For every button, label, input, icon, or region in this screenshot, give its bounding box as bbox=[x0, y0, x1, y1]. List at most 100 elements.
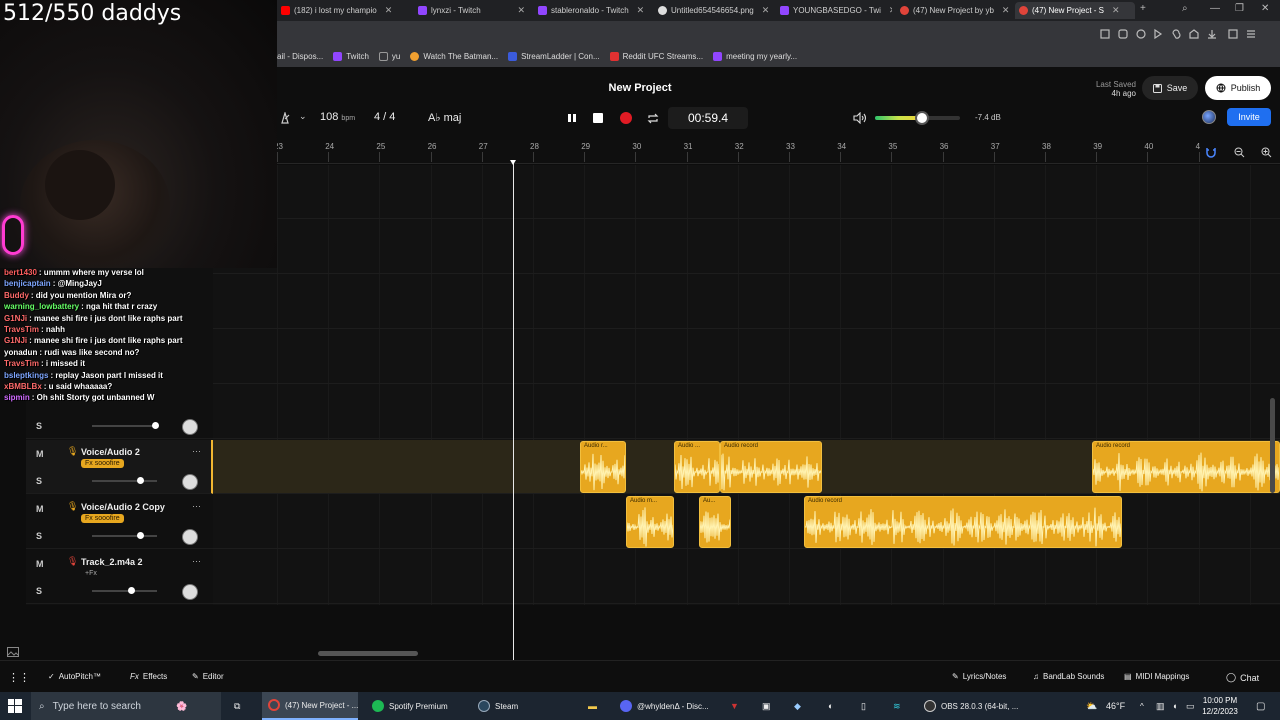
close-tab-icon[interactable]: ✕ bbox=[889, 5, 892, 16]
key-selector[interactable]: A♭ maj bbox=[428, 111, 461, 124]
publish-button[interactable]: Publish bbox=[1205, 76, 1271, 100]
browser-tab[interactable]: stableronaldo - Twitch ✕ bbox=[534, 2, 649, 19]
solo-button[interactable]: S bbox=[36, 421, 42, 431]
browser-tab[interactable]: Untitled654546654.png ✕ bbox=[654, 2, 772, 19]
photo-icon[interactable] bbox=[7, 647, 19, 657]
search-tabs-icon[interactable]: ⌕ bbox=[1182, 3, 1188, 14]
pause-button[interactable] bbox=[561, 108, 583, 128]
avatar[interactable] bbox=[1202, 110, 1216, 124]
close-tab-icon[interactable]: ✕ bbox=[762, 5, 770, 16]
master-volume-knob[interactable] bbox=[914, 111, 929, 125]
audio-clip[interactable]: Audio record bbox=[720, 441, 822, 493]
track-name[interactable]: Voice/Audio 2 bbox=[81, 447, 140, 457]
file-icon[interactable]: ▯ bbox=[861, 692, 866, 720]
midi-mappings-button[interactable]: ▤ MIDI Mappings bbox=[1124, 672, 1189, 681]
track-volume-knob[interactable] bbox=[137, 477, 144, 484]
playhead[interactable] bbox=[513, 160, 514, 660]
app-icon[interactable]: ◐ bbox=[828, 692, 833, 720]
more-options-icon[interactable]: ··· bbox=[192, 446, 201, 456]
notification-icon[interactable]: ▢ bbox=[1256, 692, 1265, 720]
browser-tab[interactable]: YOUNGBASEDGO - Twi✕ bbox=[776, 2, 892, 19]
language-icon[interactable]: ▭ bbox=[1186, 692, 1195, 720]
weather-temp[interactable]: 46°F bbox=[1106, 692, 1125, 720]
tempo-value[interactable]: 108 bpm bbox=[320, 111, 355, 123]
browser-tab[interactable]: (182) i lost my champio ✕ bbox=[277, 2, 397, 19]
windows-start-icon[interactable] bbox=[8, 699, 22, 713]
invite-button[interactable]: Invite bbox=[1227, 108, 1271, 126]
close-tab-icon[interactable]: ✕ bbox=[517, 5, 525, 16]
network-icon[interactable]: ▥ bbox=[1156, 692, 1165, 720]
audio-clip[interactable]: Audio record bbox=[804, 496, 1122, 548]
close-tab-icon[interactable]: ✕ bbox=[1112, 5, 1120, 16]
apps-grid-icon[interactable]: ⋮⋮ bbox=[8, 671, 30, 684]
maximize-icon[interactable]: ❐ bbox=[1235, 3, 1244, 14]
audio-clip[interactable]: Audio r... bbox=[580, 441, 626, 493]
track-timeline[interactable]: Audio r... Audio ... Audio record Audio rec… bbox=[213, 165, 1280, 605]
metronome-icon[interactable] bbox=[279, 112, 291, 124]
close-window-icon[interactable]: ✕ bbox=[1261, 3, 1269, 14]
master-volume-slider[interactable] bbox=[875, 111, 960, 125]
taskbar-app-discord[interactable]: @whyldenΔ - Disc... bbox=[614, 692, 715, 720]
taskbar-app-spotify[interactable]: Spotify Premium bbox=[366, 692, 454, 720]
bookmark[interactable]: StreamLadder | Con... bbox=[508, 51, 600, 61]
track-name[interactable]: Track_2.m4a 2 bbox=[81, 557, 143, 567]
browser-tab[interactable]: lynxzi - Twitch ✕ bbox=[414, 2, 529, 19]
chevron-down-icon[interactable]: ⌄ bbox=[299, 111, 307, 122]
minimize-icon[interactable]: — bbox=[1210, 3, 1220, 14]
playhead-handle[interactable] bbox=[510, 160, 516, 165]
track-name[interactable]: Voice/Audio 2 Copy bbox=[81, 502, 165, 512]
close-tab-icon[interactable]: ✕ bbox=[1002, 5, 1010, 16]
record-button[interactable] bbox=[615, 108, 637, 128]
editor-button[interactable]: ✎ Editor bbox=[192, 672, 224, 681]
tray-chevron-icon[interactable]: ^ bbox=[1140, 692, 1144, 720]
track-lane[interactable] bbox=[213, 330, 1280, 384]
browser-tab[interactable]: (47) New Project by yb ✕ bbox=[896, 2, 1014, 19]
track-lane[interactable] bbox=[213, 385, 1280, 439]
track-volume-slider[interactable] bbox=[92, 587, 157, 594]
toolbar-extension-icons[interactable] bbox=[1099, 28, 1269, 40]
track-lane[interactable] bbox=[213, 550, 1280, 604]
widgets-icon[interactable]: 🌸 bbox=[176, 692, 187, 720]
track-lane[interactable] bbox=[213, 220, 1280, 274]
file-explorer-icon[interactable]: ▬ bbox=[588, 692, 597, 720]
bookmark[interactable]: meeting my yearly... bbox=[713, 51, 797, 61]
bookmark[interactable]: Reddit UFC Streams... bbox=[609, 51, 703, 61]
chat-button[interactable]: ◯ Chat bbox=[1226, 672, 1259, 683]
fx-badge[interactable]: Fx sooofire bbox=[81, 459, 124, 468]
track-volume-knob[interactable] bbox=[128, 587, 135, 594]
track-lane[interactable] bbox=[213, 275, 1280, 329]
speaker-icon[interactable] bbox=[853, 112, 867, 124]
fx-badge[interactable]: Fx sooofire bbox=[81, 514, 124, 523]
track-volume-knob[interactable] bbox=[152, 422, 159, 429]
app-icon[interactable]: ▣ bbox=[762, 692, 771, 720]
pan-knob[interactable] bbox=[182, 419, 198, 435]
audio-clip[interactable]: Audio ... bbox=[674, 441, 720, 493]
lyrics-notes-button[interactable]: ✎ Lyrics/Notes bbox=[952, 672, 1006, 681]
loop-button[interactable] bbox=[642, 108, 664, 128]
mute-button[interactable]: M bbox=[36, 504, 44, 514]
bookmark[interactable]: ail - Dispos... bbox=[277, 52, 323, 61]
effects-button[interactable]: Fx Effects bbox=[130, 672, 167, 681]
task-view-icon[interactable]: ⧉ bbox=[234, 692, 240, 720]
new-tab-icon[interactable]: + bbox=[1140, 3, 1146, 14]
solo-button[interactable]: S bbox=[36, 476, 42, 486]
bookmark[interactable]: Watch The Batman... bbox=[410, 51, 498, 61]
horizontal-scrollbar[interactable] bbox=[318, 651, 418, 656]
taskbar-app-steam[interactable]: Steam bbox=[472, 692, 524, 720]
timeline-ruler[interactable]: 23 24 25 26 27 28 29 30 31 32 33 34 35 36 37 38 39 40 4 bbox=[213, 140, 1280, 164]
save-button[interactable]: Save bbox=[1142, 76, 1198, 100]
zoom-out-icon[interactable] bbox=[1234, 147, 1245, 158]
taskbar-app-bandlab[interactable]: (47) New Project - ... bbox=[262, 692, 358, 720]
track-lane[interactable] bbox=[213, 165, 1280, 219]
app-icon[interactable]: ▼ bbox=[730, 692, 739, 720]
browser-tab-active[interactable]: (47) New Project - S ✕ bbox=[1015, 2, 1135, 19]
more-options-icon[interactable]: ··· bbox=[192, 501, 201, 511]
mute-button[interactable]: M bbox=[36, 449, 44, 459]
pan-knob[interactable] bbox=[182, 474, 198, 490]
solo-button[interactable]: S bbox=[36, 586, 42, 596]
solo-button[interactable]: S bbox=[36, 531, 42, 541]
vertical-scrollbar[interactable] bbox=[1270, 398, 1275, 493]
close-tab-icon[interactable]: ✕ bbox=[637, 5, 645, 16]
track-volume-slider[interactable] bbox=[92, 477, 157, 484]
taskbar-app-obs[interactable]: OBS 28.0.3 (64-bit, ... bbox=[918, 692, 1024, 720]
